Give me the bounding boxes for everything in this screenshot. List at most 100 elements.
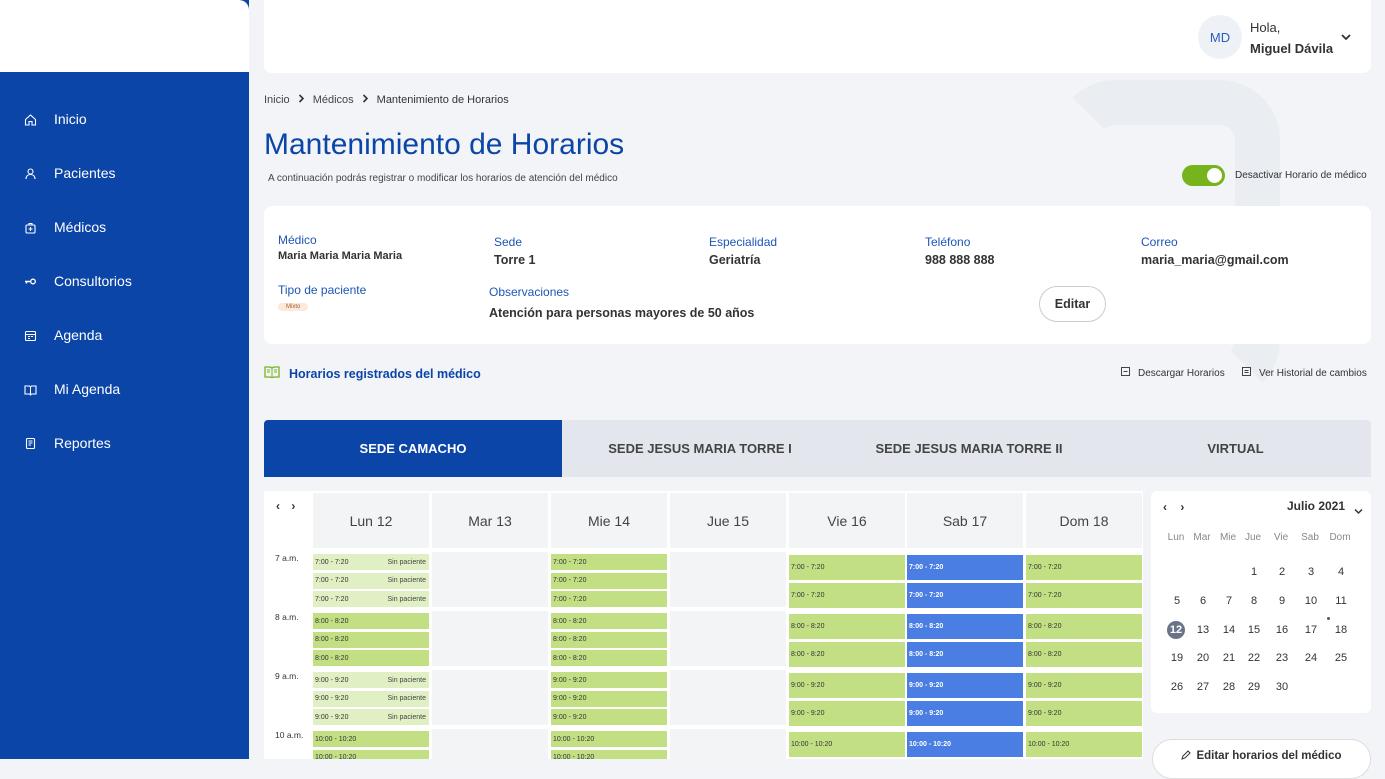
- time-slot[interactable]: 9:00 - 9:20: [907, 673, 1023, 698]
- sidebar-item-consultorios[interactable]: Consultorios: [0, 261, 249, 301]
- empty-slot-area[interactable]: [670, 729, 786, 759]
- time-slot[interactable]: 7:00 - 7:20: [907, 555, 1023, 580]
- tab-sede-jesus-maria-torre-1[interactable]: SEDE JESUS MARIA TORRE I: [562, 420, 838, 477]
- time-slot[interactable]: 10:00 - 10:20: [313, 731, 429, 747]
- calendar-day[interactable]: 30: [1269, 681, 1295, 693]
- tab-sede-camacho[interactable]: SEDE CAMACHO: [264, 420, 562, 477]
- calendar-day[interactable]: 12: [1167, 621, 1185, 639]
- time-slot[interactable]: 7:00 - 7:20: [551, 572, 667, 589]
- sidebar-item-pacientes[interactable]: Pacientes: [0, 153, 249, 193]
- time-slot[interactable]: 8:00 - 8:20: [313, 650, 429, 666]
- time-slot[interactable]: 8:00 - 8:20: [907, 614, 1023, 639]
- calendar-day[interactable]: 2: [1269, 566, 1295, 578]
- chevron-down-icon[interactable]: [1354, 502, 1363, 520]
- calendar-day[interactable]: 16: [1269, 624, 1295, 636]
- sidebar-item-medicos[interactable]: Médicos: [0, 207, 249, 247]
- time-slot[interactable]: 7:00 - 7:20: [907, 583, 1023, 608]
- empty-slot-area[interactable]: [670, 611, 786, 666]
- time-slot[interactable]: 8:00 - 8:20: [1026, 642, 1142, 667]
- calendar-day[interactable]: 20: [1190, 652, 1216, 664]
- time-slot[interactable]: 7:00 - 7:20 Sin paciente: [313, 572, 429, 589]
- time-slot[interactable]: 9:00 - 9:20: [551, 672, 667, 688]
- calendar-day[interactable]: 28: [1216, 681, 1242, 693]
- time-slot[interactable]: 8:00 - 8:20: [551, 631, 667, 648]
- calendar-day[interactable]: 27: [1190, 681, 1216, 693]
- calendar-day[interactable]: 18: [1328, 624, 1354, 636]
- time-slot[interactable]: 7:00 - 7:20 Sin paciente: [313, 554, 429, 570]
- time-slot[interactable]: 8:00 - 8:20: [1026, 614, 1142, 639]
- calendar-day[interactable]: 8: [1241, 595, 1267, 607]
- empty-slot-area[interactable]: [432, 552, 548, 607]
- time-slot[interactable]: 10:00 - 10:20: [551, 749, 667, 759]
- sidebar-item-reportes[interactable]: Reportes: [0, 423, 249, 463]
- empty-slot-area[interactable]: [670, 552, 786, 607]
- empty-slot-area[interactable]: [432, 670, 548, 725]
- time-slot[interactable]: 10:00 - 10:20: [907, 732, 1023, 757]
- time-slot[interactable]: 9:00 - 9:20 Sin paciente: [313, 672, 429, 688]
- time-slot[interactable]: 8:00 - 8:20: [313, 613, 429, 629]
- time-slot[interactable]: 7:00 - 7:20: [551, 554, 667, 570]
- time-slot[interactable]: 7:00 - 7:20: [789, 555, 905, 580]
- time-slot[interactable]: 8:00 - 8:20: [551, 613, 667, 629]
- time-slot[interactable]: 9:00 - 9:20: [907, 701, 1023, 726]
- view-history-link[interactable]: Ver Historial de cambios: [1242, 367, 1367, 379]
- empty-slot-area[interactable]: [670, 670, 786, 725]
- calendar-day[interactable]: 15: [1241, 624, 1267, 636]
- time-slot[interactable]: 9:00 - 9:20: [1026, 673, 1142, 698]
- time-slot[interactable]: 7:00 - 7:20 Sin paciente: [313, 591, 429, 607]
- calendar-day[interactable]: 9: [1269, 595, 1295, 607]
- calendar-day[interactable]: 6: [1190, 595, 1216, 607]
- time-slot[interactable]: 8:00 - 8:20: [907, 642, 1023, 667]
- edit-button[interactable]: Editar: [1039, 286, 1106, 322]
- calendar-month[interactable]: Julio 2021: [1287, 499, 1345, 513]
- time-slot[interactable]: 10:00 - 10:20: [551, 731, 667, 747]
- calendar-day[interactable]: 29: [1241, 681, 1267, 693]
- time-slot[interactable]: 9:00 - 9:20: [551, 690, 667, 707]
- calendar-day[interactable]: 26: [1164, 681, 1190, 693]
- empty-slot-area[interactable]: [432, 729, 548, 759]
- time-slot[interactable]: 9:00 - 9:20: [789, 701, 905, 726]
- calendar-day[interactable]: 19: [1164, 652, 1190, 664]
- breadcrumb-medicos[interactable]: Médicos: [313, 94, 354, 106]
- time-slot[interactable]: 10:00 - 10:20: [789, 732, 905, 757]
- time-slot[interactable]: 9:00 - 9:20 Sin paciente: [313, 709, 429, 725]
- tab-sede-jesus-maria-torre-2[interactable]: SEDE JESUS MARIA TORRE II: [838, 420, 1100, 477]
- calendar-day[interactable]: 11: [1328, 595, 1354, 607]
- sidebar-item-mi-agenda[interactable]: Mi Agenda: [0, 369, 249, 409]
- edit-schedules-button[interactable]: Editar horarios del médico: [1152, 739, 1371, 779]
- download-schedules-link[interactable]: Descargar Horarios: [1121, 367, 1225, 379]
- empty-slot-area[interactable]: [432, 611, 548, 666]
- time-slot[interactable]: 10:00 - 10:20: [1026, 732, 1142, 757]
- time-slot[interactable]: 8:00 - 8:20: [313, 631, 429, 648]
- calendar-day[interactable]: 23: [1269, 652, 1295, 664]
- calendar-day[interactable]: 14: [1216, 624, 1242, 636]
- calendar-day[interactable]: 3: [1298, 566, 1324, 578]
- chevron-down-icon[interactable]: [1340, 30, 1352, 48]
- time-slot[interactable]: 8:00 - 8:20: [551, 650, 667, 666]
- avatar[interactable]: MD: [1198, 15, 1242, 59]
- time-slot[interactable]: 8:00 - 8:20: [789, 642, 905, 667]
- calendar-day[interactable]: 13: [1190, 624, 1216, 636]
- week-nav-arrows[interactable]: ‹ ›: [276, 499, 299, 513]
- calendar-day[interactable]: 25: [1328, 652, 1354, 664]
- calendar-day[interactable]: 5: [1164, 595, 1190, 607]
- calendar-day[interactable]: 21: [1216, 652, 1242, 664]
- breadcrumb-inicio[interactable]: Inicio: [264, 94, 290, 106]
- calendar-day[interactable]: 4: [1328, 566, 1354, 578]
- sidebar-item-agenda[interactable]: Agenda: [0, 315, 249, 355]
- time-slot[interactable]: 9:00 - 9:20: [551, 709, 667, 725]
- deactivate-schedule-toggle[interactable]: [1182, 165, 1225, 186]
- time-slot[interactable]: 9:00 - 9:20 Sin paciente: [313, 690, 429, 707]
- time-slot[interactable]: 7:00 - 7:20: [1026, 555, 1142, 580]
- time-slot[interactable]: 7:00 - 7:20: [1026, 583, 1142, 608]
- calendar-day[interactable]: 22: [1241, 652, 1267, 664]
- time-slot[interactable]: 7:00 - 7:20: [789, 583, 905, 608]
- time-slot[interactable]: 7:00 - 7:20: [551, 591, 667, 607]
- time-slot[interactable]: 8:00 - 8:20: [789, 614, 905, 639]
- calendar-day[interactable]: 7: [1216, 595, 1242, 607]
- calendar-day[interactable]: 17: [1298, 624, 1324, 636]
- time-slot[interactable]: 9:00 - 9:20: [1026, 701, 1142, 726]
- calendar-day[interactable]: 24: [1298, 652, 1324, 664]
- time-slot[interactable]: 10:00 - 10:20: [313, 749, 429, 759]
- time-slot[interactable]: 9:00 - 9:20: [789, 673, 905, 698]
